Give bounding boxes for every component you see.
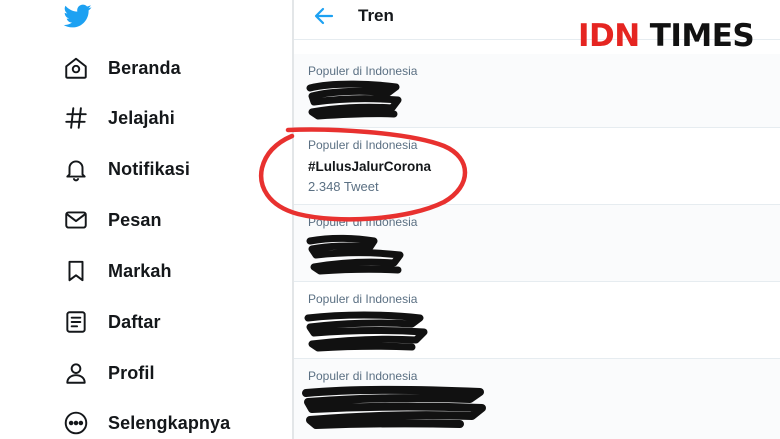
sidebar-item-pesan[interactable]: Pesan (56, 200, 162, 240)
sidebar-item-profil[interactable]: Profil (56, 353, 155, 393)
page-title: Tren (358, 6, 394, 25)
sidebar-item-label: Jelajahi (108, 107, 175, 128)
sidebar-item-label: Selengkapnya (108, 412, 231, 433)
annotation-circle (258, 127, 468, 222)
back-arrow-icon[interactable] (312, 4, 336, 28)
sidebar-item-beranda[interactable]: Beranda (56, 48, 181, 88)
trend-context: Populer di Indonesia (308, 292, 418, 306)
idn-times-watermark: IDN TIMES (578, 16, 755, 56)
list-icon (56, 302, 96, 342)
watermark-part2: TIMES (649, 18, 755, 54)
sidebar-item-label: Pesan (108, 209, 162, 230)
mail-icon (56, 200, 96, 240)
watermark-part1: IDN (578, 18, 640, 54)
sidebar-item-label: Daftar (108, 311, 161, 332)
sidebar: Beranda Jelajahi Notifikasi Pesan Markah… (0, 0, 292, 439)
redaction-scribble (306, 80, 402, 120)
trend-item[interactable]: Populer di Indonesia (294, 54, 780, 128)
sidebar-item-notifikasi[interactable]: Notifikasi (56, 149, 190, 189)
sidebar-item-label: Profil (108, 362, 155, 383)
sidebar-item-daftar[interactable]: Daftar (56, 302, 161, 342)
trend-context: Populer di Indonesia (308, 369, 418, 383)
sidebar-item-label: Beranda (108, 57, 181, 78)
trend-item[interactable]: Populer di Indonesia (294, 359, 780, 439)
redaction-scribble (302, 385, 486, 429)
sidebar-item-jelajahi[interactable]: Jelajahi (56, 98, 175, 138)
sidebar-item-label: Markah (108, 260, 172, 281)
trend-item[interactable]: Populer di Indonesia (294, 282, 780, 359)
home-icon (56, 48, 96, 88)
redaction-scribble (304, 311, 428, 352)
bookmark-icon (56, 251, 96, 291)
twitter-bird-icon[interactable] (62, 2, 94, 30)
more-icon (56, 403, 96, 439)
sidebar-item-selengkapnya[interactable]: Selengkapnya (56, 403, 230, 439)
sidebar-item-markah[interactable]: Markah (56, 251, 172, 291)
person-icon (56, 353, 96, 393)
redaction-scribble (306, 234, 404, 275)
bell-icon (56, 149, 96, 189)
sidebar-item-label: Notifikasi (108, 158, 191, 179)
hashtag-icon (56, 98, 96, 138)
trend-context: Populer di Indonesia (308, 64, 418, 78)
